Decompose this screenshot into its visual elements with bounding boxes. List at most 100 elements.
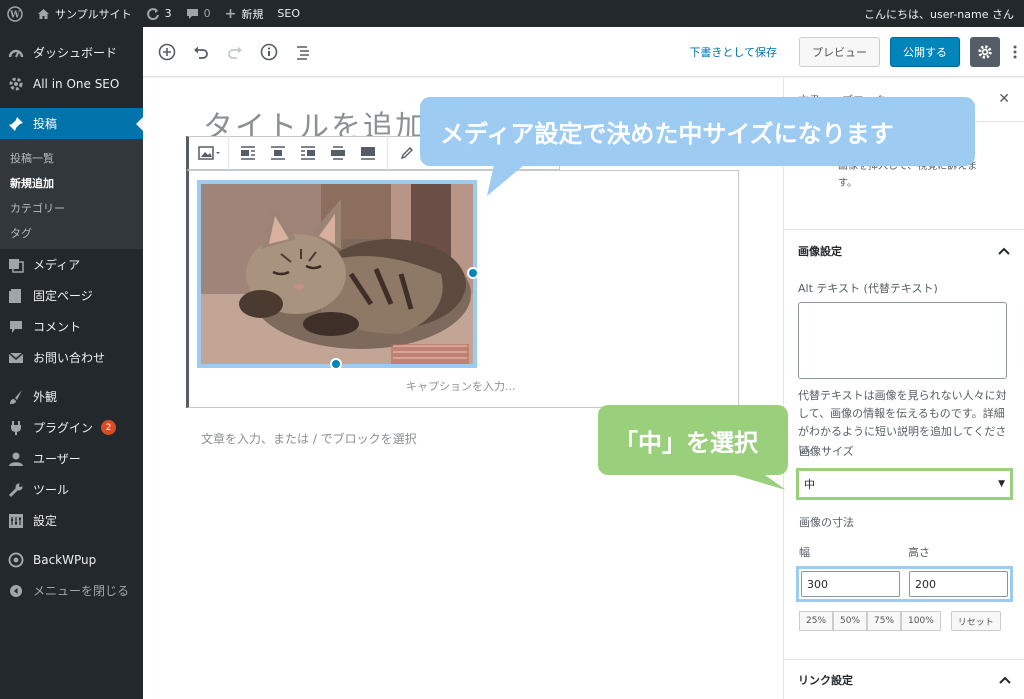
dashboard-icon <box>7 44 25 62</box>
content-info-button[interactable] <box>253 36 285 68</box>
preview-button[interactable]: プレビュー <box>799 36 880 67</box>
settings-toggle-button[interactable] <box>970 36 1000 67</box>
align-center-button[interactable] <box>264 139 292 167</box>
align-full-button[interactable] <box>354 139 382 167</box>
percent-25-button[interactable]: 25% <box>799 611 834 631</box>
collapse-menu-button[interactable]: メニューを閉じる <box>0 575 143 606</box>
sidebar-item-seo[interactable]: All in One SEO <box>0 68 143 99</box>
redo-icon <box>228 46 242 59</box>
image-size-select[interactable]: 中 ▼ <box>799 471 1010 497</box>
new-content-link[interactable]: + 新規 <box>218 0 271 27</box>
image-size-highlight: 中 ▼ <box>796 468 1013 500</box>
updates-link[interactable]: 3 <box>139 0 179 27</box>
reset-button[interactable]: リセット <box>950 611 1001 631</box>
sidebar-item-label: All in One SEO <box>33 76 120 91</box>
image-icon <box>198 146 220 160</box>
resize-handle-bottom[interactable] <box>330 358 342 370</box>
svg-text:W: W <box>9 10 21 20</box>
submenu-add-new[interactable]: 新規追加 <box>0 170 143 195</box>
publish-button[interactable]: 公開する <box>890 36 960 67</box>
sidebar-item-tools[interactable]: ツール <box>0 474 143 505</box>
redo-button[interactable] <box>219 36 251 68</box>
percent-75-button[interactable]: 75% <box>867 611 902 631</box>
submenu-categories[interactable]: カテゴリー <box>0 195 143 220</box>
edit-image-button[interactable] <box>393 139 421 167</box>
width-label: 幅 <box>799 546 810 559</box>
block-navigation-button[interactable] <box>287 36 319 68</box>
align-right-button[interactable] <box>294 139 322 167</box>
link-settings-panel-toggle[interactable]: リンク設定 <box>784 659 1024 699</box>
refresh-icon <box>146 7 159 20</box>
percent-50-button[interactable]: 50% <box>833 611 868 631</box>
sidebar-item-label: お問い合わせ <box>33 351 106 365</box>
green-callout: 「中」を選択 <box>598 405 788 475</box>
image-settings-body: Alt テキスト (代替テキスト) 代替テキストは画像を見られない人々に対して、… <box>784 280 1024 459</box>
align-left-button[interactable] <box>234 139 262 167</box>
seo-gear-icon <box>7 75 25 93</box>
caption-input[interactable]: キャプションを入力... <box>406 378 516 394</box>
undo-button[interactable] <box>185 36 217 68</box>
percent-buttons: 25% 50% 75% 100% リセット <box>799 611 1001 631</box>
width-input[interactable]: 300 <box>801 571 900 597</box>
settings-sidebar: 文書 ブロック ✕ 画像を挿入して、視覚に訴えま す。 画像設定 Alt テキス… <box>783 78 1024 699</box>
resize-handle-right[interactable] <box>467 267 479 279</box>
align-wide-icon <box>331 146 345 160</box>
plugins-update-badge: 2 <box>101 420 117 435</box>
align-wide-button[interactable] <box>324 139 352 167</box>
image-settings-panel-toggle[interactable]: 画像設定 <box>784 230 1024 272</box>
add-block-button[interactable] <box>151 36 183 68</box>
sidebar-item-comments[interactable]: コメント <box>0 311 143 342</box>
sidebar-item-contact[interactable]: お問い合わせ <box>0 342 143 373</box>
blue-callout: メディア設定で決めた中サイズになります <box>420 97 975 166</box>
block-type-switcher[interactable] <box>195 139 223 167</box>
save-draft-link[interactable]: 下書きとして保存 <box>689 44 777 60</box>
submenu-tags[interactable]: タグ <box>0 220 143 245</box>
paragraph-placeholder[interactable]: 文章を入力、または / でブロックを選択 <box>201 430 417 447</box>
submenu-all-posts[interactable]: 投稿一覧 <box>0 145 143 170</box>
sidebar-item-users[interactable]: ユーザー <box>0 443 143 474</box>
greeting-text: こんにちは、user-name さん <box>864 7 1014 21</box>
blue-callout-tail <box>487 160 530 196</box>
site-name: サンプルサイト <box>55 7 132 21</box>
align-left-icon <box>241 146 255 160</box>
admin-sidebar: ダッシュボード All in One SEO 投稿 投稿一覧 新規追加 カテゴリ… <box>0 27 143 699</box>
admin-bar: W サンプルサイト 3 0 + 新規 SEO こんにちは、user-name さ… <box>0 0 1024 27</box>
sidebar-item-pages[interactable]: 固定ページ <box>0 280 143 311</box>
chevron-up-icon <box>998 247 1010 255</box>
cat-photo[interactable] <box>197 180 477 368</box>
user-greeting[interactable]: こんにちは、user-name さん <box>857 0 1024 27</box>
more-options-button[interactable] <box>1010 44 1020 60</box>
green-callout-tail <box>718 470 786 490</box>
user-icon <box>7 450 25 468</box>
sidebar-item-plugins[interactable]: プラグイン 2 <box>0 412 143 443</box>
sidebar-item-backwpup[interactable]: BackWPup <box>0 544 143 575</box>
height-input[interactable]: 200 <box>909 571 1008 597</box>
sidebar-item-label: メニューを閉じる <box>33 584 130 598</box>
close-icon[interactable]: ✕ <box>998 91 1010 107</box>
sidebar-item-label: 設定 <box>33 514 58 528</box>
info-icon <box>260 43 278 60</box>
sidebar-item-media[interactable]: メディア <box>0 249 143 280</box>
dimensions-highlight: 300 200 <box>796 566 1013 602</box>
alt-text-label: Alt テキスト (代替テキスト) <box>798 282 938 295</box>
collapse-icon <box>7 582 25 600</box>
sidebar-item-dashboard[interactable]: ダッシュボード <box>0 37 143 68</box>
chevron-up-icon <box>999 676 1011 684</box>
alt-text-textarea[interactable] <box>798 302 1007 379</box>
sidebar-item-label: ユーザー <box>33 452 81 466</box>
sidebar-item-posts[interactable]: 投稿 <box>0 108 143 139</box>
sleeping-cat-image <box>201 184 473 364</box>
site-name-link[interactable]: サンプルサイト <box>30 0 139 27</box>
wrench-icon <box>7 481 25 499</box>
sidebar-item-label: 投稿 <box>33 117 58 131</box>
percent-100-button[interactable]: 100% <box>901 611 941 631</box>
comments-count: 0 <box>203 7 211 20</box>
sidebar-item-label: メディア <box>33 258 81 272</box>
media-icon <box>7 256 25 274</box>
comments-link[interactable]: 0 <box>179 0 218 27</box>
block-desc-line-2: す。 <box>838 178 857 189</box>
sidebar-item-appearance[interactable]: 外観 <box>0 381 143 412</box>
seo-menu[interactable]: SEO <box>270 0 307 27</box>
wordpress-logo[interactable]: W <box>0 0 30 27</box>
sidebar-item-settings[interactable]: 設定 <box>0 505 143 536</box>
